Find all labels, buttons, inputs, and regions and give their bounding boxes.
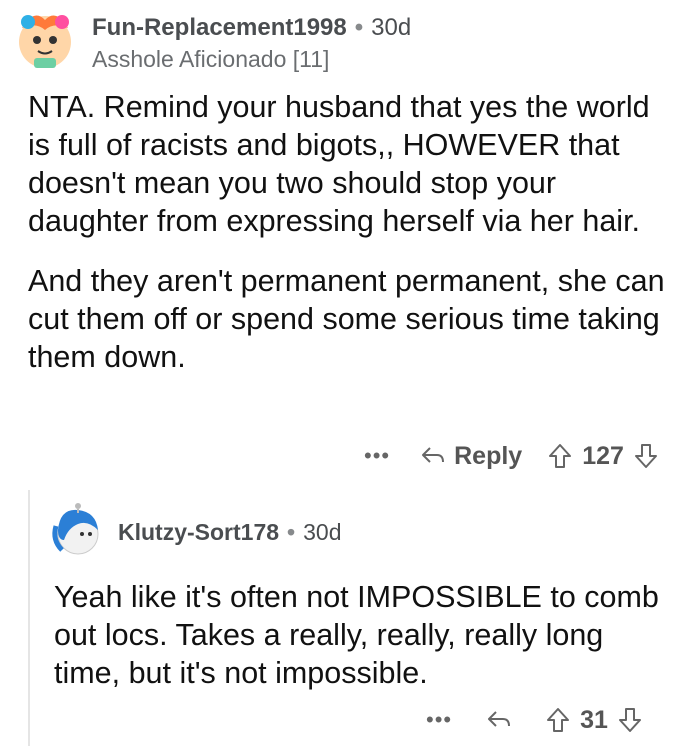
reply-reply-button[interactable] [486,709,520,731]
vote-controls: 127 [548,442,658,471]
thread-line[interactable] [28,490,30,746]
separator-dot: • [287,519,296,545]
avatar[interactable] [14,8,76,70]
upvote-icon[interactable] [546,707,570,733]
more-icon[interactable]: ••• [364,443,390,469]
reply-author-line: Klutzy-Sort178 • 30d [118,519,341,546]
timestamp: 30d [371,14,412,41]
author-username[interactable]: Fun-Replacement1998 [92,14,347,41]
reply-vote-controls: 31 [546,706,642,735]
comment-paragraph: And they aren't permanent permanent, she… [28,264,665,374]
reply-more-icon[interactable]: ••• [426,707,452,733]
reply-label: Reply [454,441,523,470]
comment-body: NTA. Remind your husband that yes the wo… [28,88,678,398]
reply-arrow-icon [422,447,445,463]
user-flair: Asshole Aficionado [11] [92,46,330,72]
comment-paragraph: NTA. Remind your husband that yes the wo… [28,90,650,238]
author-line: Fun-Replacement1998 • 30d [92,14,411,42]
reply-button[interactable]: Reply [420,442,522,471]
reply-vote-score: 31 [580,705,608,734]
separator-dot: • [354,14,364,41]
upvote-icon[interactable] [548,443,572,469]
reply-actions: ••• 31 [426,700,642,740]
comment-actions: ••• Reply 127 [364,436,658,476]
reply-arrow-icon [488,711,511,727]
reply-body: Yeah like it's often not IMPOSSIBLE to c… [54,580,659,690]
downvote-icon[interactable] [634,443,658,469]
reply-author-username[interactable]: Klutzy-Sort178 [118,519,279,545]
downvote-icon[interactable] [618,707,642,733]
vote-score: 127 [582,441,624,470]
reply-timestamp: 30d [303,519,342,545]
reply-avatar[interactable] [48,500,104,560]
